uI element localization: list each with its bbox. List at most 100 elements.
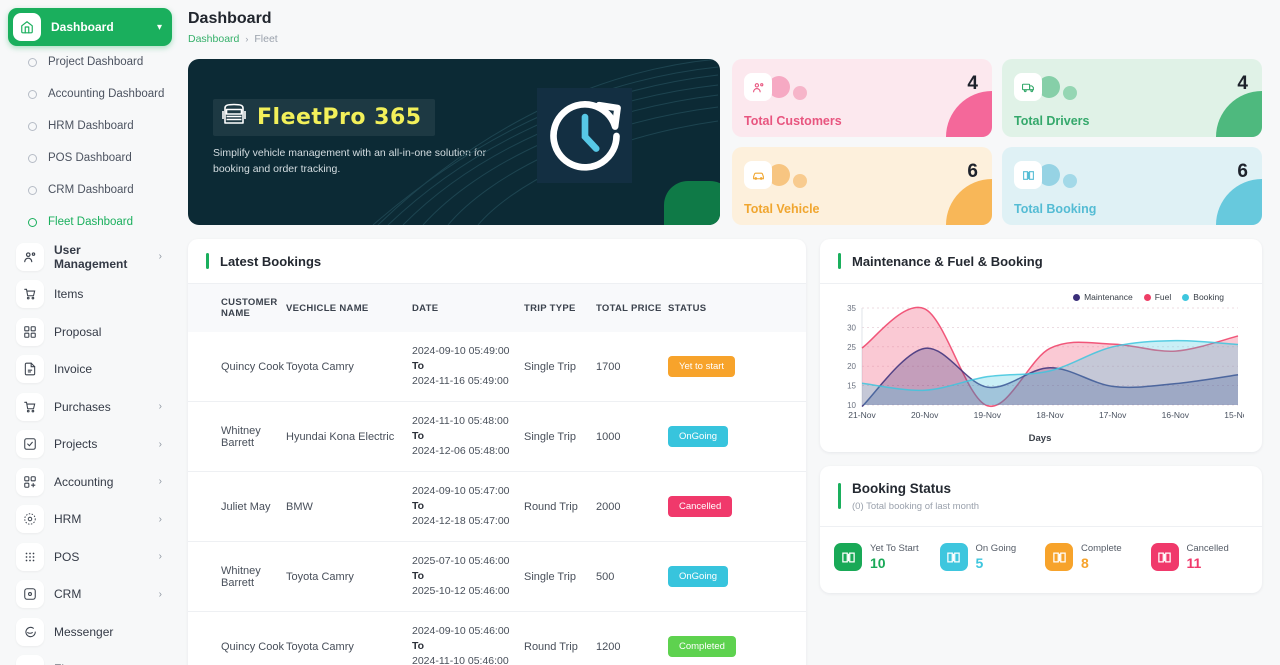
book-icon [1014,161,1042,189]
decorative-bubble [793,86,807,100]
cell-vehicle: Toyota Camry [286,541,412,612]
chevron-right-icon[interactable]: › [159,551,162,562]
legend-item-booking[interactable]: Booking [1182,292,1224,302]
legend-label: Booking [1193,292,1224,302]
cell-date: 2024-11-10 05:48:00 To 2024-12-06 05:48:00 [412,401,524,472]
sidebar-nav-label: Purchases [54,399,111,414]
sidebar-item-crm[interactable]: CRM › [8,576,172,614]
booking-status-value: 8 [1081,555,1089,571]
sidebar-item-user-management[interactable]: User Management › [8,238,172,276]
table-row[interactable]: Whitney Barrett Toyota Camry 2025-07-10 … [188,541,806,612]
sidebar-sub-list: Project Dashboard Accounting Dashboard H… [8,46,172,238]
table-row[interactable]: Whitney Barrett Hyundai Kona Electric 20… [188,401,806,472]
x-tick-label: 19-Nov [974,410,1002,420]
chevron-right-icon[interactable]: › [159,401,162,412]
chevron-right-icon[interactable]: › [159,589,162,600]
booking-status-yet-to-start[interactable]: Yet To Start 10 [834,543,932,571]
sidebar-header-dashboard[interactable]: Dashboard ▾ [8,8,172,46]
chart-title: Maintenance & Fuel & Booking [852,253,1043,269]
booking-status-value: 11 [1186,555,1202,571]
stat-cards: 4 Total Customers 4 Total Drivers 6 Tota… [732,59,1262,225]
area-chart[interactable]: 10 15 20 25 30 35 21-Nov 20-Nov 19-Nov 18-Nov 17-N… [828,302,1252,427]
sidebar-item-invoice[interactable]: Invoice [8,351,172,389]
column-trip-type: TRIP TYPE [524,284,596,332]
status-badge: OnGoing [668,566,729,587]
chevron-right-icon[interactable]: › [159,514,162,525]
truck-icon [1014,73,1042,101]
sidebar-item-pos-dashboard[interactable]: POS Dashboard [8,142,172,174]
booking-status-subtitle: (0) Total booking of last month [852,501,980,512]
users-icon [744,73,772,101]
date-from: 2024-09-10 05:49:00 [412,345,510,357]
sidebar-item-projects[interactable]: Projects › [8,426,172,464]
chevron-right-icon[interactable]: › [159,439,162,450]
cart-icon [16,280,44,309]
table-row[interactable]: Quincy Cook Toyota Camry 2024-09-10 05:4… [188,611,806,665]
booking-status-label: Yet To Start [870,543,919,554]
sidebar-item-fleet[interactable]: Fleet › [8,651,172,665]
booking-status-complete[interactable]: Complete 8 [1045,543,1143,571]
date-joiner: To [412,360,425,372]
x-tick-label: 16-Nov [1162,410,1190,420]
sidebar-item-messenger[interactable]: Messenger [8,613,172,651]
y-tick-label: 10 [847,401,856,410]
file-icon [16,355,44,384]
sidebar-nav-label: HRM [54,512,82,527]
cell-date: 2024-09-10 05:49:00 To 2024-11-16 05:49:00 [412,332,524,402]
booking-status-on-going[interactable]: On Going 5 [939,543,1038,571]
cell-price: 1000 [596,401,668,472]
sidebar-item-fleet-dashboard[interactable]: Fleet Dashboard [8,206,172,238]
sidebar-item-pos[interactable]: POS › [8,538,172,576]
stat-card-total-booking[interactable]: 6 Total Booking [1002,147,1262,225]
chevron-right-icon[interactable]: › [159,476,162,487]
legend-item-maintenance[interactable]: Maintenance [1073,292,1133,302]
legend-label: Maintenance [1084,292,1133,302]
cell-vehicle: Toyota Camry [286,611,412,665]
status-badge: Yet to start [668,356,736,377]
table-body: Quincy Cook Toyota Camry 2024-09-10 05:4… [188,332,806,665]
legend-item-fuel[interactable]: Fuel [1143,292,1171,302]
table-header: CUSTOMER NAME VECHICLE NAME DATE TRIP TY… [188,284,806,332]
sidebar-nav-label: User Management [54,242,128,271]
cell-price: 500 [596,541,668,612]
sidebar-item-project-dashboard[interactable]: Project Dashboard [8,46,172,78]
breadcrumb-root[interactable]: Dashboard [188,33,239,45]
y-tick-label: 35 [847,304,856,313]
booking-status-label: On Going [975,543,1017,554]
date-to: 2024-11-10 05:46:00 [412,655,509,665]
status-badge: Completed [668,636,736,657]
chevron-right-icon[interactable]: › [159,251,162,262]
bullet-icon [28,57,37,67]
booking-status-grid: Yet To Start 10 On Going 5 Complete 8 Ca… [820,527,1262,593]
top-row: FleetPro 365 Simplify vehicle management… [188,59,1262,225]
book-icon [939,543,968,571]
sidebar-item-items[interactable]: Items [8,276,172,314]
sidebar-item-accounting[interactable]: Accounting › [8,463,172,501]
table-row[interactable]: Quincy Cook Toyota Camry 2024-09-10 05:4… [188,332,806,402]
chevron-down-icon[interactable]: ▾ [157,22,162,33]
stat-card-total-customers[interactable]: 4 Total Customers [732,59,992,137]
cell-trip-type: Single Trip [524,332,596,402]
sidebar-item-purchases[interactable]: Purchases › [8,388,172,426]
column-date: DATE [412,284,524,332]
sidebar-item-hrm[interactable]: HRM › [8,501,172,539]
table-row[interactable]: Juliet May BMW 2024-09-10 05:47:00 To 2024… [188,471,806,542]
cell-customer: Whitney Barrett [188,541,286,612]
chevron-right-icon: › [245,34,249,44]
stat-card-total-vehicle[interactable]: 6 Total Vehicle [732,147,992,225]
accent-bar [838,253,841,269]
sidebar-item-hrm-dashboard[interactable]: HRM Dashboard [8,110,172,142]
stat-value: 6 [1237,161,1248,182]
latest-bookings-title: Latest Bookings [220,253,322,269]
sidebar-item-crm-dashboard[interactable]: CRM Dashboard [8,174,172,206]
sidebar-nav-label: Invoice [54,362,93,377]
sidebar-nav-label: Items [54,287,84,302]
stat-card-total-drivers[interactable]: 4 Total Drivers [1002,59,1262,137]
grid-plus-icon [16,467,44,496]
banner-decorative-arcs [372,59,719,225]
sidebar-item-accounting-dashboard[interactable]: Accounting Dashboard [8,78,172,110]
sidebar-item-proposal[interactable]: Proposal [8,313,172,351]
booking-status-cancelled[interactable]: Cancelled 11 [1150,543,1249,571]
bullet-icon [28,121,37,131]
date-from: 2024-09-10 05:47:00 [412,485,510,497]
